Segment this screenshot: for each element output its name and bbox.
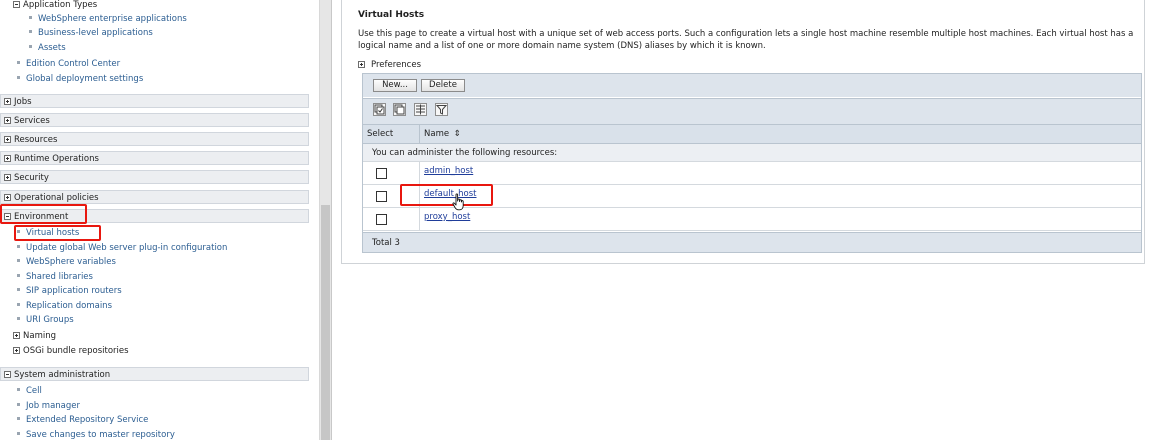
expand-icon[interactable] <box>4 117 11 124</box>
main-content: Virtual Hosts Use this page to create a … <box>333 0 1149 440</box>
deselect-all-icon[interactable] <box>393 103 406 116</box>
nav-item-websphere-variables[interactable]: WebSphere variables <box>17 256 116 269</box>
nav-item-assets[interactable]: Assets <box>29 42 66 55</box>
expand-icon[interactable] <box>4 194 11 201</box>
bullet-icon <box>17 274 20 277</box>
table-row: proxy_host <box>363 208 1141 231</box>
icon-bar <box>363 98 1141 125</box>
bullet-icon <box>17 259 20 262</box>
column-header-select: Select <box>367 129 394 139</box>
new-button[interactable]: New... <box>373 79 417 92</box>
nav-item-job-manager[interactable]: Job manager <box>17 400 80 413</box>
row-select-checkbox[interactable] <box>376 214 387 225</box>
table-total: Total 3 <box>363 232 1141 252</box>
nav-item-cell[interactable]: Cell <box>17 385 42 398</box>
bullet-icon <box>17 417 20 420</box>
expand-icon[interactable] <box>13 332 20 339</box>
page-title: Virtual Hosts <box>358 10 425 20</box>
nav-item-extended-repository-service[interactable]: Extended Repository Service <box>17 414 148 427</box>
bullet-icon <box>17 303 20 306</box>
column-header-name[interactable]: Name ⇕ <box>424 125 461 143</box>
host-link-admin-host[interactable]: admin_host <box>424 166 473 176</box>
page-description: Use this page to create a virtual host w… <box>358 29 1134 51</box>
bullet-icon <box>17 317 20 320</box>
nav-item-websphere-enterprise-applications[interactable]: WebSphere enterprise applications <box>29 13 187 26</box>
bullet-icon <box>29 45 32 48</box>
delete-button[interactable]: Delete <box>421 79 465 92</box>
nav-category-security[interactable]: Security <box>0 170 309 184</box>
nav-category-system-administration[interactable]: System administration <box>0 367 309 381</box>
nav-category-services[interactable]: Services <box>0 113 309 127</box>
navigation-scrollbar[interactable] <box>319 0 332 440</box>
nav-item-global-deployment-settings[interactable]: Global deployment settings <box>17 73 143 86</box>
bullet-icon <box>17 288 20 291</box>
nav-category-jobs[interactable]: Jobs <box>0 94 309 108</box>
column-divider <box>419 162 420 184</box>
bullet-icon <box>29 16 32 19</box>
nav-item-edition-control-center[interactable]: Edition Control Center <box>17 58 120 71</box>
sort-icon[interactable]: ⇕ <box>454 129 461 139</box>
expand-icon[interactable] <box>4 136 11 143</box>
select-all-icon[interactable] <box>373 103 386 116</box>
nav-item-shared-libraries[interactable]: Shared libraries <box>17 271 93 284</box>
scrollbar-thumb[interactable] <box>321 205 330 440</box>
nav-item-update-web-server-plugin[interactable]: Update global Web server plug-in configu… <box>17 242 227 255</box>
nav-item-replication-domains[interactable]: Replication domains <box>17 300 112 313</box>
row-select-checkbox[interactable] <box>376 168 387 179</box>
host-link-proxy-host[interactable]: proxy_host <box>424 212 470 222</box>
bullet-icon <box>17 245 20 248</box>
table-header: Select Name ⇕ <box>363 124 1141 144</box>
highlight-box-default-host <box>400 184 493 206</box>
hand-cursor-icon <box>452 193 464 211</box>
nav-group-application-types[interactable]: Application Types <box>10 0 97 12</box>
expand-icon[interactable] <box>4 174 11 181</box>
virtual-hosts-panel: Virtual Hosts Use this page to create a … <box>341 0 1145 264</box>
button-bar: New... Delete <box>363 74 1141 97</box>
bullet-icon <box>29 30 32 33</box>
preferences-toggle[interactable]: Preferences <box>358 59 421 71</box>
nav-category-runtime-operations[interactable]: Runtime Operations <box>0 151 309 165</box>
bullet-icon <box>17 61 20 64</box>
navigation-panel: Application Types WebSphere enterprise a… <box>0 0 312 440</box>
nav-item-business-level-applications[interactable]: Business-level applications <box>29 27 153 40</box>
collapse-icon[interactable] <box>4 371 11 378</box>
table-row: admin_host <box>363 162 1141 185</box>
collapse-icon[interactable] <box>13 1 20 8</box>
bullet-icon <box>17 76 20 79</box>
highlight-box-virtual-hosts <box>14 225 101 241</box>
nav-item-sip-application-routers[interactable]: SIP application routers <box>17 285 122 298</box>
expand-icon[interactable] <box>358 61 365 68</box>
expand-icon[interactable] <box>4 98 11 105</box>
nav-group-naming[interactable]: Naming <box>10 329 56 343</box>
expand-icon[interactable] <box>4 155 11 162</box>
expand-icon[interactable] <box>13 347 20 354</box>
highlight-box-environment <box>0 204 87 224</box>
row-select-checkbox[interactable] <box>376 191 387 202</box>
bullet-icon <box>17 432 20 435</box>
show-filter-icon[interactable] <box>414 103 427 116</box>
nav-item-save-changes[interactable]: Save changes to master repository <box>17 429 175 440</box>
virtual-hosts-table: New... Delete Select Name ⇕ You can admi… <box>362 73 1142 253</box>
clear-filter-icon[interactable] <box>435 103 448 116</box>
nav-category-resources[interactable]: Resources <box>0 132 309 146</box>
nav-category-operational-policies[interactable]: Operational policies <box>0 190 309 204</box>
nav-item-uri-groups[interactable]: URI Groups <box>17 314 74 327</box>
column-divider <box>419 125 420 143</box>
column-divider <box>419 208 420 230</box>
bullet-icon <box>17 403 20 406</box>
bullet-icon <box>17 388 20 391</box>
table-info-row: You can administer the following resourc… <box>363 144 1141 162</box>
nav-group-osgi-bundle-repositories[interactable]: OSGi bundle repositories <box>10 344 129 358</box>
